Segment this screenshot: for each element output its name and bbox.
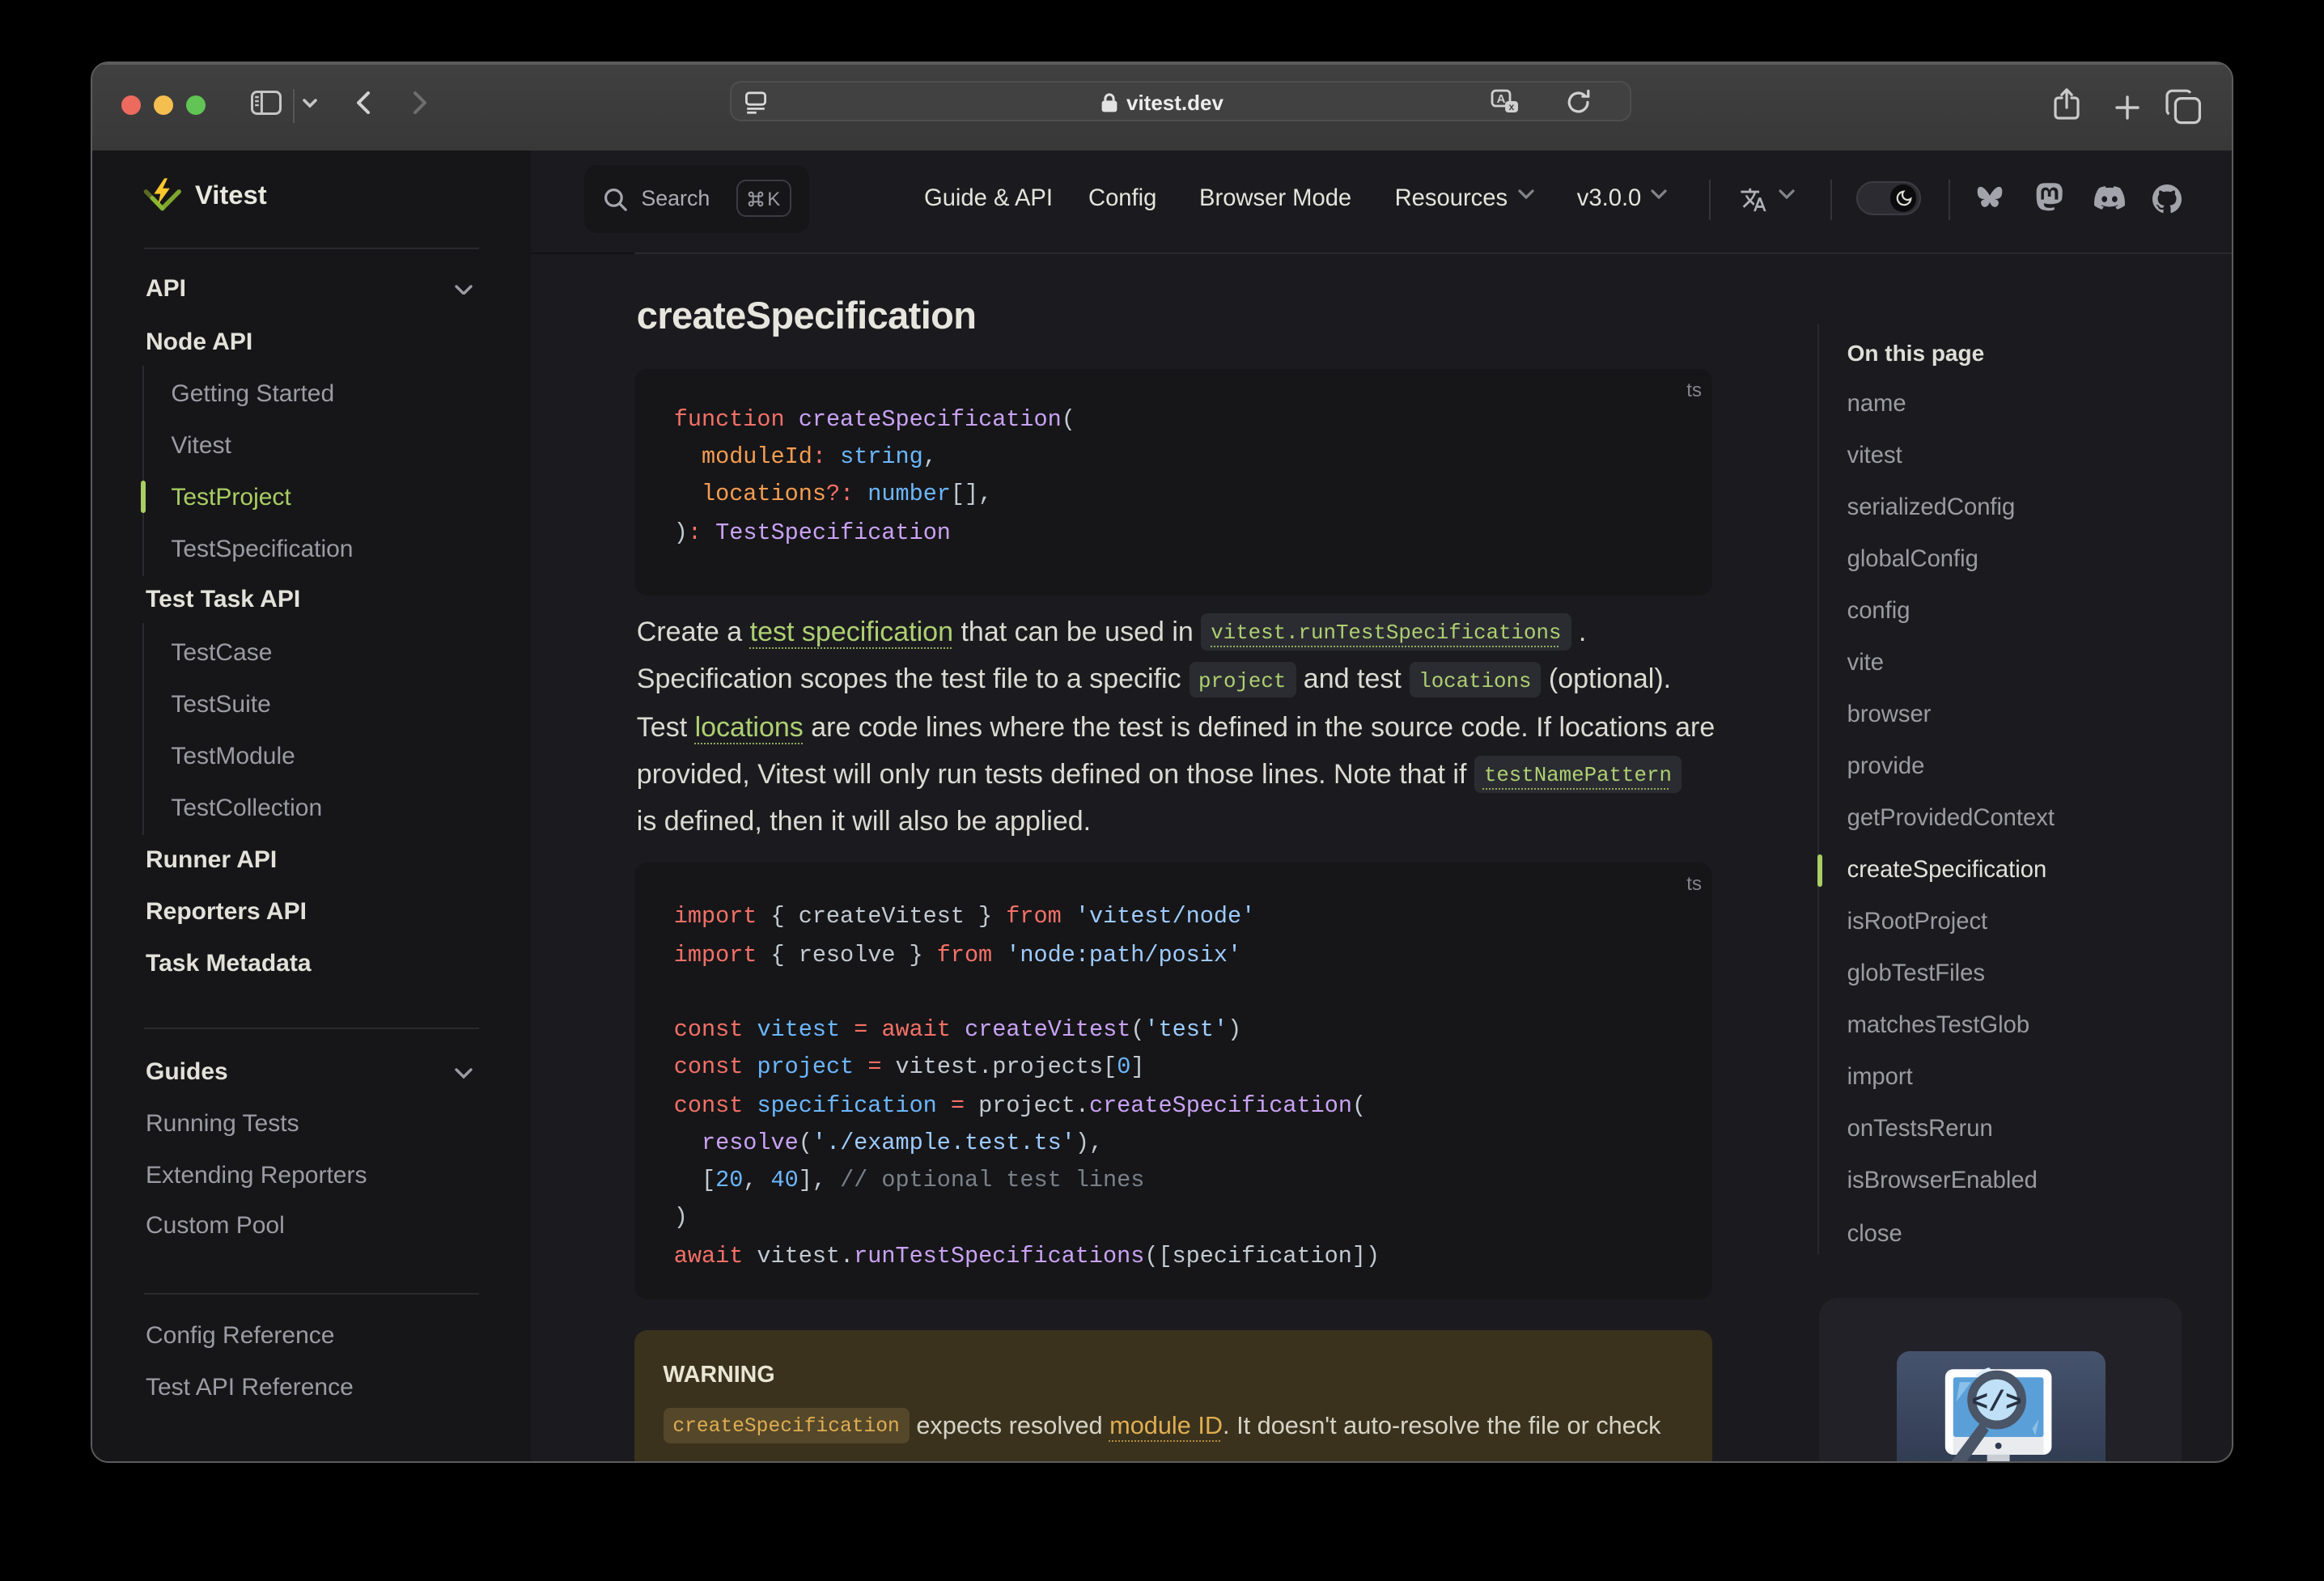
svg-text:</>: </> (1971, 1387, 2022, 1418)
svg-text:A: A (1496, 91, 1505, 105)
svg-text:x: x (1508, 100, 1514, 112)
